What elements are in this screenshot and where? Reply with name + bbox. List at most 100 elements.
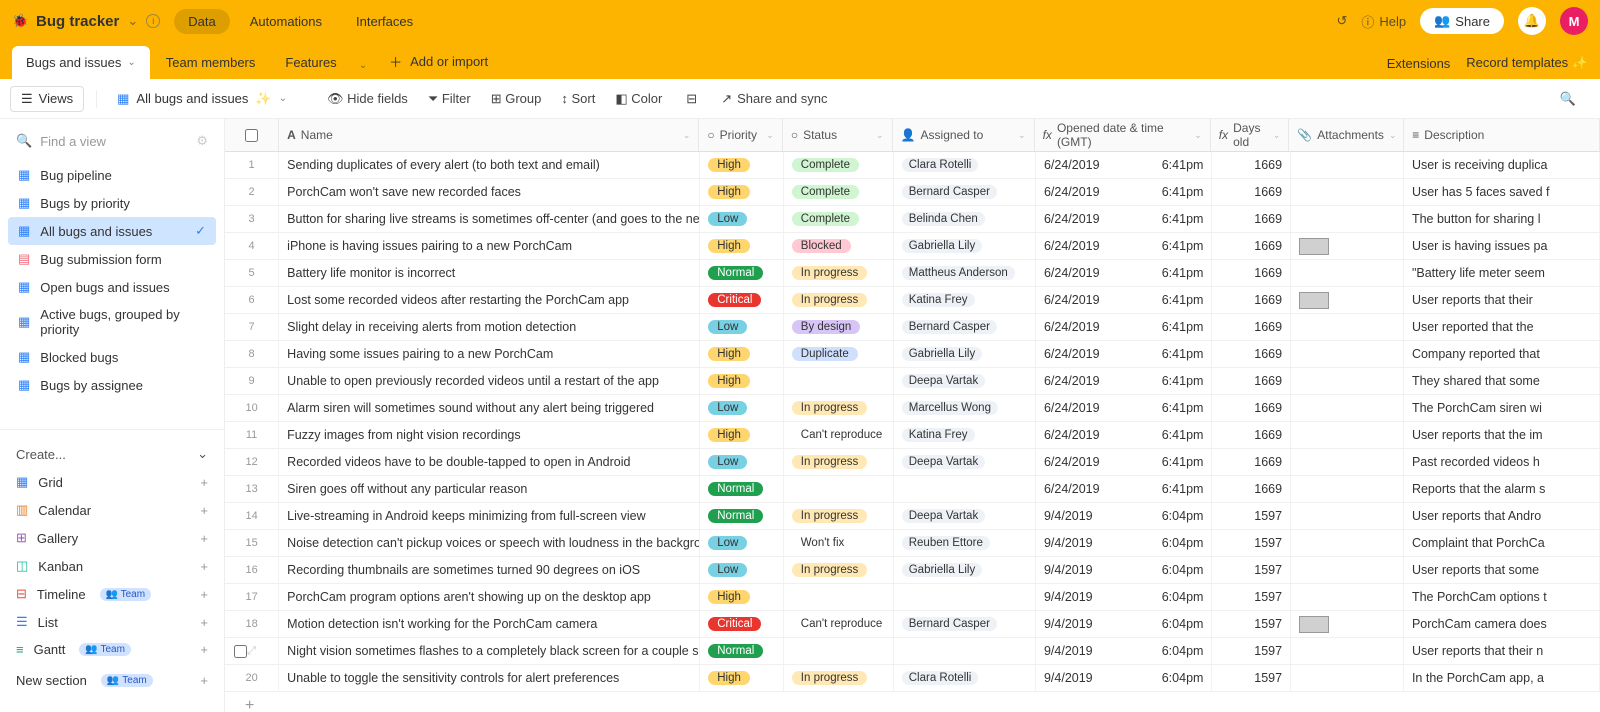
top-tab-interfaces[interactable]: Interfaces [342,9,427,34]
cell-description[interactable]: User reports that Andro [1404,503,1600,529]
cell-attachment[interactable] [1291,368,1404,394]
cell-name[interactable]: Sending duplicates of every alert (to bo… [279,152,700,178]
row-number[interactable]: ⤢ [225,638,279,664]
cell-priority[interactable]: High [700,179,784,205]
cell-priority[interactable]: Low [700,206,784,232]
cell-priority[interactable]: Normal [700,638,784,664]
table-row[interactable]: 10Alarm siren will sometimes sound witho… [225,395,1600,422]
table-row[interactable]: ⤢Night vision sometimes flashes to a com… [225,638,1600,665]
cell-name[interactable]: Live-streaming in Android keeps minimizi… [279,503,700,529]
view-open-bugs-and-issues[interactable]: ▦ Open bugs and issues [8,273,216,301]
cell-attachment[interactable] [1291,179,1404,205]
column-days[interactable]: fx Days old⌄ [1211,119,1290,151]
cell-priority[interactable]: Low [700,449,784,475]
notifications-button[interactable]: 🔔 [1518,7,1546,35]
row-number[interactable]: 11 [225,422,279,448]
cell-name[interactable]: PorchCam won't save new recorded faces [279,179,700,205]
share-sync-button[interactable]: ↗ Share and sync [711,86,837,112]
cell-attachment[interactable] [1291,287,1404,313]
column-description[interactable]: ≡ Description [1404,119,1600,151]
create-timeline[interactable]: ⊟ Timeline👥 Team+ [14,580,210,608]
cell-status[interactable]: In progress [784,287,894,313]
row-number[interactable]: 20 [225,665,279,691]
cell-name[interactable]: Recording thumbnails are sometimes turne… [279,557,700,583]
hide-fields-button[interactable]: 👁 Hide fields [317,86,418,112]
current-view[interactable]: ▦ All bugs and issues ✨ ⌄ [109,87,295,111]
cell-status[interactable] [784,476,894,502]
create-calendar[interactable]: ▥ Calendar+ [14,496,210,524]
cell-assigned[interactable] [894,638,1036,664]
column-assigned[interactable]: 👤 Assigned to⌄ [893,119,1035,151]
table-row[interactable]: 18Motion detection isn't working for the… [225,611,1600,638]
cell-priority[interactable]: Low [700,395,784,421]
table-tab-bugs-and-issues[interactable]: Bugs and issues ⌄ [12,46,150,79]
cell-name[interactable]: Battery life monitor is incorrect [279,260,700,286]
cell-status[interactable]: Duplicate [784,341,894,367]
row-number[interactable]: 12 [225,449,279,475]
cell-description[interactable]: The button for sharing l [1404,206,1600,232]
cell-status[interactable]: Complete [784,179,894,205]
cell-description[interactable]: The PorchCam siren wi [1404,395,1600,421]
cell-assigned[interactable]: Katina Frey [894,422,1036,448]
cell-priority[interactable]: High [700,152,784,178]
help-link[interactable]: ⓘ Help [1361,12,1406,31]
cell-description[interactable]: User reports that their [1404,287,1600,313]
cell-priority[interactable]: High [700,665,784,691]
table-row[interactable]: 7Slight delay in receiving alerts from m… [225,314,1600,341]
search-views-input[interactable]: 🔍 Find a view⚙ [0,127,224,155]
create-gallery[interactable]: ⊞ Gallery+ [14,524,210,552]
column-status[interactable]: ○ Status⌄ [783,119,893,151]
cell-name[interactable]: iPhone is having issues pairing to a new… [279,233,700,259]
cell-status[interactable]: Complete [784,206,894,232]
cell-description[interactable]: They shared that some [1404,368,1600,394]
group-button[interactable]: ⊞ Group [481,86,552,112]
cell-attachment[interactable] [1291,395,1404,421]
cell-name[interactable]: Unable to open previously recorded video… [279,368,700,394]
create-list[interactable]: ☰ List+ [14,608,210,636]
cell-status[interactable] [784,584,894,610]
filter-button[interactable]: ⏷ Filter [418,86,481,112]
cell-description[interactable]: The PorchCam options t [1404,584,1600,610]
table-row[interactable]: 11Fuzzy images from night vision recordi… [225,422,1600,449]
cell-description[interactable]: User reports that some [1404,557,1600,583]
cell-description[interactable]: Reports that the alarm s [1404,476,1600,502]
cell-status[interactable] [784,638,894,664]
table-row[interactable]: 3Button for sharing live streams is some… [225,206,1600,233]
row-height-button[interactable]: ⊟ [676,86,707,112]
add-row-button[interactable]: + [225,692,1600,712]
cell-attachment[interactable] [1291,476,1404,502]
search-icon[interactable]: 🔍 [1546,91,1590,107]
select-all-checkbox[interactable] [225,119,279,151]
cell-description[interactable]: In the PorchCam app, a [1404,665,1600,691]
cell-assigned[interactable]: Deepa Vartak [894,449,1036,475]
row-number[interactable]: 2 [225,179,279,205]
row-number[interactable]: 16 [225,557,279,583]
column-name[interactable]: A Name⌄ [279,119,699,151]
cell-status[interactable]: In progress [784,395,894,421]
cell-status[interactable]: Blocked [784,233,894,259]
cell-attachment[interactable] [1291,206,1404,232]
cell-status[interactable]: In progress [784,260,894,286]
cell-attachment[interactable] [1291,341,1404,367]
table-tab-team-members[interactable]: Team members [152,46,270,79]
cell-attachment[interactable] [1291,314,1404,340]
cell-attachment[interactable] [1291,422,1404,448]
record-templates-link[interactable]: Record templates ✨ [1466,55,1588,71]
sort-button[interactable]: ↕ Sort [551,86,605,112]
cell-assigned[interactable]: Clara Rotelli [894,152,1036,178]
cell-attachment[interactable] [1291,557,1404,583]
cell-name[interactable]: Fuzzy images from night vision recording… [279,422,700,448]
table-row[interactable]: 13Siren goes off without any particular … [225,476,1600,503]
column-priority[interactable]: ○ Priority⌄ [699,119,782,151]
cell-attachment[interactable] [1291,503,1404,529]
row-number[interactable]: 8 [225,341,279,367]
base-name[interactable]: Bug tracker [36,13,119,30]
share-button[interactable]: 👥 Share [1420,8,1504,34]
cell-name[interactable]: Siren goes off without any particular re… [279,476,700,502]
cell-priority[interactable]: High [700,584,784,610]
cell-name[interactable]: Alarm siren will sometimes sound without… [279,395,700,421]
cell-assigned[interactable]: Clara Rotelli [894,665,1036,691]
cell-description[interactable]: PorchCam camera does [1404,611,1600,637]
cell-description[interactable]: User reports that their n [1404,638,1600,664]
view-bug-submission-form[interactable]: ▤ Bug submission form [8,245,216,273]
